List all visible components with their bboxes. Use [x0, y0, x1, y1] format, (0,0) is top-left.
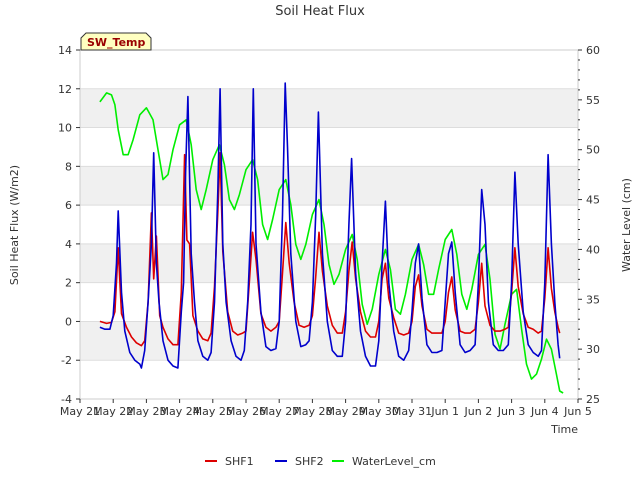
x-tick-label: Jun 4 — [530, 405, 559, 418]
y-tick-label: -2 — [61, 354, 72, 367]
y-axis-left: -4-202468101214 — [58, 44, 80, 406]
y-tick-label: 2 — [65, 277, 72, 290]
y2-axis-label: Water Level (cm) — [620, 178, 633, 272]
y-tick-label: 6 — [65, 199, 72, 212]
legend-label: WaterLevel_cm — [352, 455, 436, 468]
x-tick-label: Jun 3 — [497, 405, 526, 418]
soil-heat-flux-chart: Soil Heat Flux -4-202468101214 253035404… — [8, 4, 633, 468]
legend-label: SHF1 — [225, 455, 254, 468]
y2-tick-label: 50 — [586, 144, 600, 157]
y2-tick-label: 45 — [586, 194, 600, 207]
y-tick-label: 10 — [58, 122, 72, 135]
y-axis-label: Soil Heat Flux (W/m2) — [8, 165, 21, 285]
x-tick-label: Jun 1 — [430, 405, 459, 418]
x-tick-label: May 31 — [392, 405, 432, 418]
y-tick-label: 0 — [65, 315, 72, 328]
y2-tick-label: 60 — [586, 44, 600, 57]
grid-band — [80, 88, 578, 128]
y2-tick-label: 30 — [586, 343, 600, 356]
sw-temp-badge: SW_Temp — [80, 32, 152, 51]
y-axis-right: 2530354045505560 — [578, 44, 600, 406]
x-tick-label: Jun 2 — [464, 405, 493, 418]
x-axis: May 21May 22May 23May 24May 25May 26May … — [60, 399, 592, 418]
y2-tick-label: 55 — [586, 94, 600, 107]
badge-label: SW_Temp — [87, 36, 146, 49]
y2-tick-label: 40 — [586, 243, 600, 256]
x-axis-label: Time — [550, 423, 578, 436]
x-tick-label: Jun 5 — [563, 405, 592, 418]
y-tick-label: 12 — [58, 83, 72, 96]
y-tick-label: 4 — [65, 238, 72, 251]
legend-label: SHF2 — [295, 455, 324, 468]
y-tick-label: 14 — [58, 44, 72, 57]
y-tick-label: 8 — [65, 160, 72, 173]
y2-tick-label: 35 — [586, 293, 600, 306]
legend: SHF1 SHF2 WaterLevel_cm — [205, 455, 436, 468]
chart-title: Soil Heat Flux — [275, 4, 365, 19]
